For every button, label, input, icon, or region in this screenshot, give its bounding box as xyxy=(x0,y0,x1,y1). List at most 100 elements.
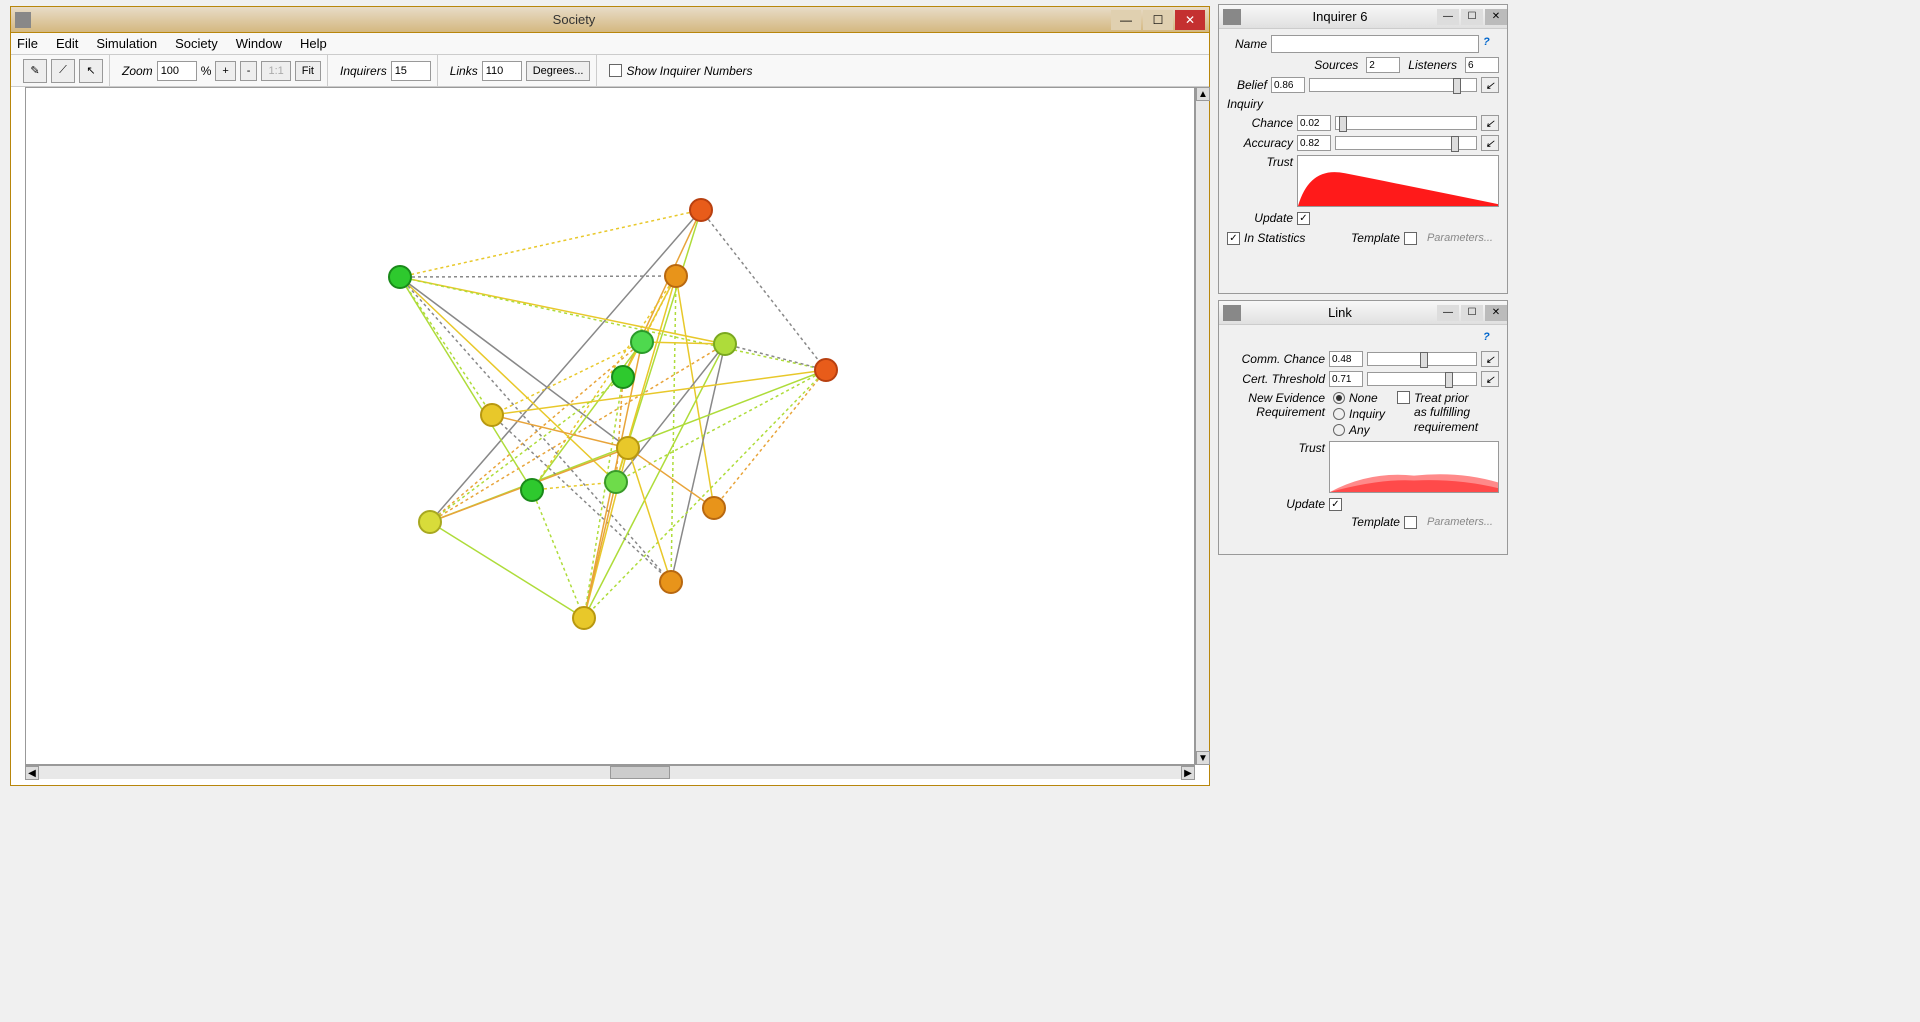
graph-node[interactable] xyxy=(814,358,838,382)
treat-prior-checkbox[interactable] xyxy=(1397,391,1410,404)
cert-threshold-value[interactable] xyxy=(1329,371,1363,387)
inquirer-titlebar[interactable]: Inquirer 6 — ☐ ✕ xyxy=(1219,5,1507,29)
link-titlebar[interactable]: Link — ☐ ✕ xyxy=(1219,301,1507,325)
link-trust-label: Trust xyxy=(1227,441,1325,455)
maximize-button[interactable]: ☐ xyxy=(1143,10,1173,30)
parameters-button[interactable]: Parameters... xyxy=(1421,231,1499,245)
name-input[interactable] xyxy=(1271,35,1479,53)
menu-window[interactable]: Window xyxy=(236,36,282,51)
scroll-right-icon[interactable]: ▶ xyxy=(1181,766,1195,780)
link-template-label: Template xyxy=(1351,515,1400,529)
horizontal-scrollbar[interactable]: ◀ ▶ xyxy=(25,765,1195,779)
menu-society[interactable]: Society xyxy=(175,36,218,51)
comm-chance-edit-icon[interactable]: ↙ xyxy=(1481,351,1499,367)
comm-chance-label: Comm. Chance xyxy=(1227,352,1325,366)
cert-threshold-slider[interactable] xyxy=(1367,372,1477,386)
graph-node[interactable] xyxy=(572,606,596,630)
scroll-down-icon[interactable]: ▼ xyxy=(1196,751,1210,765)
help-icon[interactable]: ? xyxy=(1483,36,1499,52)
scroll-thumb[interactable] xyxy=(610,766,670,779)
inquirer-title: Inquirer 6 xyxy=(1245,9,1435,24)
graph-node[interactable] xyxy=(630,330,654,354)
graph-node[interactable] xyxy=(689,198,713,222)
panel-icon xyxy=(1223,305,1241,321)
minimize-button[interactable]: — xyxy=(1111,10,1141,30)
titlebar[interactable]: Society — ☐ ✕ xyxy=(11,7,1209,33)
in-stats-checkbox[interactable]: ✓ xyxy=(1227,232,1240,245)
treat-prior-1: Treat prior xyxy=(1414,391,1478,405)
graph-edges xyxy=(26,88,1194,764)
listeners-input[interactable] xyxy=(1465,57,1499,73)
link-max-button[interactable]: ☐ xyxy=(1461,305,1483,321)
chance-label: Chance xyxy=(1227,116,1293,130)
graph-node[interactable] xyxy=(713,332,737,356)
radio-none[interactable] xyxy=(1333,392,1345,404)
belief-edit-icon[interactable]: ↙ xyxy=(1481,77,1499,93)
degrees-button[interactable]: Degrees... xyxy=(526,61,591,81)
belief-value[interactable] xyxy=(1271,77,1305,93)
menu-simulation[interactable]: Simulation xyxy=(96,36,157,51)
inquirer-min-button[interactable]: — xyxy=(1437,9,1459,25)
link-template-checkbox[interactable] xyxy=(1404,516,1417,529)
radio-inquiry[interactable] xyxy=(1333,408,1345,420)
tool-brush-icon[interactable]: ⟋ xyxy=(51,59,75,83)
sources-label: Sources xyxy=(1314,58,1358,72)
comm-chance-slider[interactable] xyxy=(1367,352,1477,366)
accuracy-edit-icon[interactable]: ↙ xyxy=(1481,135,1499,151)
trust-chart xyxy=(1297,155,1499,207)
zoom-minus-button[interactable]: - xyxy=(240,61,258,81)
zoom-plus-button[interactable]: + xyxy=(215,61,235,81)
help-icon[interactable]: ? xyxy=(1483,331,1499,347)
chance-edit-icon[interactable]: ↙ xyxy=(1481,115,1499,131)
zoom-input[interactable] xyxy=(157,61,197,81)
graph-node[interactable] xyxy=(616,436,640,460)
radio-any[interactable] xyxy=(1333,424,1345,436)
panel-icon xyxy=(1223,9,1241,25)
menu-edit[interactable]: Edit xyxy=(56,36,78,51)
graph-node[interactable] xyxy=(659,570,683,594)
zoom-1to1-button[interactable]: 1:1 xyxy=(261,61,290,81)
accuracy-value[interactable] xyxy=(1297,135,1331,151)
close-button[interactable]: ✕ xyxy=(1175,10,1205,30)
graph-node[interactable] xyxy=(611,365,635,389)
tool-pointer-icon[interactable]: ↖ xyxy=(79,59,103,83)
menu-file[interactable]: File xyxy=(17,36,38,51)
graph-node[interactable] xyxy=(604,470,628,494)
link-update-label: Update xyxy=(1227,497,1325,511)
inquirer-max-button[interactable]: ☐ xyxy=(1461,9,1483,25)
zoom-percent: % xyxy=(201,64,212,78)
graph-node[interactable] xyxy=(418,510,442,534)
comm-chance-value[interactable] xyxy=(1329,351,1363,367)
sources-input[interactable] xyxy=(1366,57,1400,73)
inquirer-close-button[interactable]: ✕ xyxy=(1485,9,1507,25)
show-numbers-checkbox[interactable] xyxy=(609,64,622,77)
links-input[interactable] xyxy=(482,61,522,81)
belief-slider[interactable] xyxy=(1309,78,1477,92)
inquirers-input[interactable] xyxy=(391,61,431,81)
graph-canvas[interactable] xyxy=(25,87,1195,765)
menu-help[interactable]: Help xyxy=(300,36,327,51)
scroll-left-icon[interactable]: ◀ xyxy=(25,766,39,780)
chance-value[interactable] xyxy=(1297,115,1331,131)
menubar: File Edit Simulation Society Window Help xyxy=(11,33,1209,55)
vertical-scrollbar[interactable]: ▲ ▼ xyxy=(1195,87,1209,765)
zoom-fit-button[interactable]: Fit xyxy=(295,61,321,81)
graph-node[interactable] xyxy=(388,265,412,289)
cert-threshold-edit-icon[interactable]: ↙ xyxy=(1481,371,1499,387)
chance-slider[interactable] xyxy=(1335,116,1477,130)
graph-node[interactable] xyxy=(702,496,726,520)
accuracy-slider[interactable] xyxy=(1335,136,1477,150)
new-evidence-label1: New Evidence xyxy=(1227,391,1325,405)
scroll-up-icon[interactable]: ▲ xyxy=(1196,87,1210,101)
radio-any-label: Any xyxy=(1349,423,1370,437)
template-checkbox[interactable] xyxy=(1404,232,1417,245)
link-parameters-button[interactable]: Parameters... xyxy=(1421,515,1499,529)
graph-node[interactable] xyxy=(480,403,504,427)
link-update-checkbox[interactable]: ✓ xyxy=(1329,498,1342,511)
update-checkbox[interactable]: ✓ xyxy=(1297,212,1310,225)
graph-node[interactable] xyxy=(664,264,688,288)
tool-pencil-icon[interactable]: ✎ xyxy=(23,59,47,83)
link-close-button[interactable]: ✕ xyxy=(1485,305,1507,321)
link-min-button[interactable]: — xyxy=(1437,305,1459,321)
graph-node[interactable] xyxy=(520,478,544,502)
